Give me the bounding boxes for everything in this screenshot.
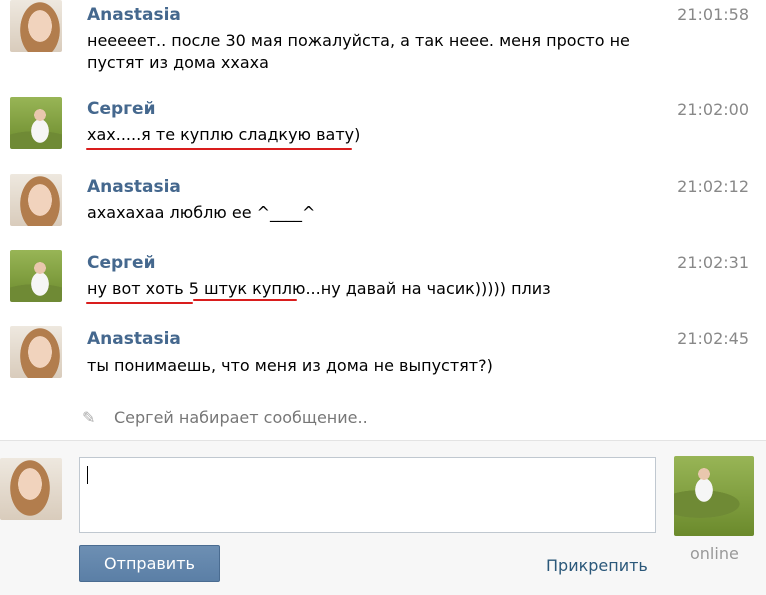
message-history: Anastasia 21:01:58 неееeет.. после 30 ма… bbox=[0, 0, 766, 440]
sender-avatar[interactable] bbox=[10, 97, 62, 149]
red-underline bbox=[193, 299, 297, 301]
red-underline bbox=[86, 148, 352, 150]
message-text: ну вот хоть 5 штук куплю...ну давай на ч… bbox=[87, 279, 551, 298]
pencil-icon: ✎ bbox=[82, 408, 96, 427]
message-time: 21:02:12 bbox=[677, 177, 749, 196]
text-caret bbox=[87, 466, 88, 484]
message-text: ты понимаешь, что меня из дома не выпуст… bbox=[87, 356, 493, 375]
sender-name[interactable]: Сергей bbox=[87, 99, 156, 119]
send-button[interactable]: Отправить bbox=[79, 545, 220, 582]
sender-avatar[interactable] bbox=[10, 174, 62, 226]
red-underline bbox=[86, 302, 193, 304]
sender-avatar[interactable] bbox=[10, 250, 62, 302]
message-text: хах.....я те куплю сладкую вату) bbox=[87, 125, 361, 144]
message-text: неееeет.. после 30 мая пожалуйста, а так… bbox=[87, 31, 630, 72]
sender-name[interactable]: Anastasia bbox=[87, 5, 181, 25]
sender-name[interactable]: Anastasia bbox=[87, 177, 181, 197]
message-time: 21:02:45 bbox=[677, 329, 749, 348]
message-text: ахахахаа люблю ее ^____^ bbox=[87, 203, 316, 222]
message-composer: Отправить Прикрепить online bbox=[0, 440, 766, 595]
online-status: online bbox=[690, 544, 739, 563]
peer-avatar[interactable] bbox=[674, 456, 754, 536]
attach-link[interactable]: Прикрепить bbox=[546, 556, 648, 575]
sender-avatar[interactable] bbox=[10, 0, 62, 52]
message-time: 21:02:00 bbox=[677, 100, 749, 119]
sender-avatar[interactable] bbox=[10, 326, 62, 378]
typing-text: Сергей набирает сообщение.. bbox=[114, 408, 368, 427]
sender-name[interactable]: Сергей bbox=[87, 253, 156, 273]
typing-indicator: ✎ Сергей набирает сообщение.. bbox=[82, 408, 368, 427]
message-time: 21:01:58 bbox=[677, 5, 749, 24]
sender-name[interactable]: Anastasia bbox=[87, 329, 181, 349]
message-input[interactable] bbox=[79, 457, 656, 533]
message-time: 21:02:31 bbox=[677, 253, 749, 272]
own-avatar[interactable] bbox=[0, 458, 62, 520]
